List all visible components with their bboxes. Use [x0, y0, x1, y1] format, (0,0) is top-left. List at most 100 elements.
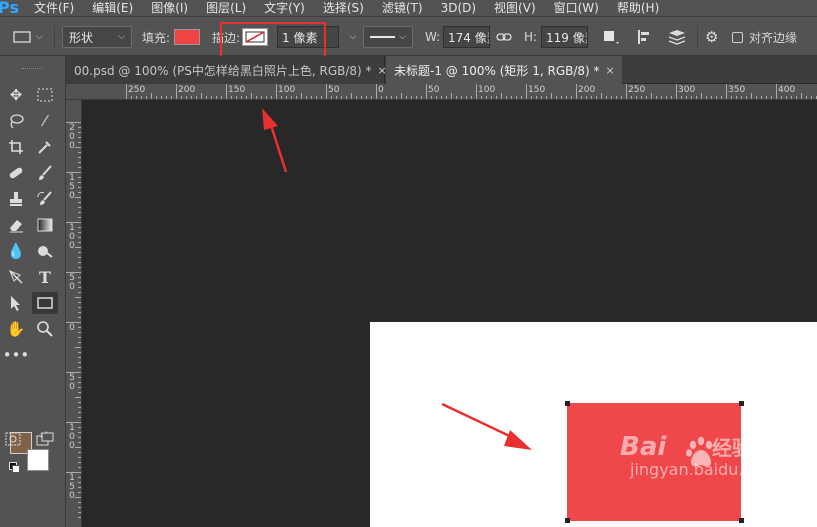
menu-window[interactable]: 窗口(W): [545, 2, 608, 14]
annotation-arrow-right: [441, 402, 532, 450]
width-input[interactable]: 174 像素: [443, 26, 490, 48]
options-bar: ⌵ 形状 ⌵ 填充: 描边: 1 像素 ⌵ ⌵ W: 174 像素: [0, 16, 817, 56]
move-tool[interactable]: ✥: [3, 84, 29, 106]
transform-handle[interactable]: [739, 518, 744, 523]
settings-button[interactable]: ⚙: [705, 26, 718, 48]
ruler-major-tick: [776, 84, 777, 99]
panel-grip[interactable]: [22, 68, 42, 72]
ruler-label: 200: [178, 85, 196, 95]
ruler-minor-tick: [78, 217, 81, 218]
menu-image[interactable]: 图像(I): [142, 2, 197, 14]
menu-layer[interactable]: 图层(L): [197, 2, 255, 14]
ruler-minor-tick: [806, 96, 807, 99]
path-selection-tool[interactable]: [3, 292, 29, 314]
close-icon[interactable]: ×: [606, 64, 615, 77]
ruler-minor-tick: [78, 127, 81, 128]
brush-tool[interactable]: [32, 162, 58, 184]
transform-handle[interactable]: [565, 518, 570, 523]
ruler-minor-tick: [141, 96, 142, 99]
ruler-minor-tick: [78, 162, 81, 163]
tool-preset-picker[interactable]: ⌵: [12, 26, 43, 48]
stroke-type-select[interactable]: ⌵: [363, 26, 413, 48]
ruler-minor-tick: [78, 377, 81, 378]
transform-handle[interactable]: [565, 401, 570, 406]
type-tool[interactable]: T: [32, 266, 58, 288]
height-input[interactable]: 119 像素: [541, 26, 588, 48]
ruler-minor-tick: [796, 96, 797, 99]
hand-tool[interactable]: ✋: [3, 318, 29, 340]
clone-stamp-tool[interactable]: [3, 188, 29, 210]
path-alignment-button[interactable]: [636, 26, 654, 48]
zoom-tool[interactable]: [32, 318, 58, 340]
healing-brush-tool[interactable]: [3, 162, 29, 184]
ruler-minor-tick: [506, 96, 507, 99]
ruler-minor-tick: [456, 96, 457, 99]
link-icon[interactable]: [496, 26, 512, 48]
blur-tool[interactable]: 💧: [3, 240, 29, 262]
ruler-minor-tick: [396, 96, 397, 99]
ruler-minor-tick: [156, 96, 157, 99]
more-dots-icon: •••: [2, 346, 30, 364]
horizontal-ruler[interactable]: 250 200 150 100 50 0 50 100 150 200 250 300 350 400: [66, 84, 817, 100]
ruler-minor-tick: [78, 417, 81, 418]
align-edges-checkbox[interactable]: [732, 31, 743, 43]
screen-mode-button[interactable]: [32, 428, 58, 450]
menu-edit[interactable]: 编辑(E): [83, 2, 142, 14]
ruler-minor-tick: [78, 457, 81, 458]
path-operations-button[interactable]: [602, 26, 620, 48]
ruler-minor-tick: [78, 352, 81, 353]
gradient-tool[interactable]: [32, 214, 58, 236]
ruler-minor-tick: [78, 287, 81, 288]
background-color-swatch[interactable]: [27, 449, 49, 471]
ruler-minor-tick: [781, 96, 782, 99]
ruler-minor-tick: [611, 96, 612, 99]
menu-file[interactable]: 文件(F): [25, 2, 83, 14]
fill-color-swatch[interactable]: [174, 29, 201, 45]
path-arrangement-button[interactable]: [666, 26, 688, 48]
menu-select[interactable]: 选择(S): [314, 2, 373, 14]
ruler-minor-tick: [78, 157, 81, 158]
document-tab-bar: 00.psd @ 100% (PS中怎样给黑白照片上色, RGB/8) * × …: [66, 56, 817, 84]
eraser-tool[interactable]: [3, 214, 29, 236]
align-edges-checkbox-group[interactable]: 对齐边缘: [732, 26, 797, 48]
ruler-label: 250: [628, 85, 646, 95]
history-brush-tool[interactable]: [32, 188, 58, 210]
ruler-minor-tick: [646, 96, 647, 99]
dodge-tool[interactable]: [32, 240, 58, 262]
ruler-minor-tick: [78, 202, 81, 203]
eyedropper-tool[interactable]: [32, 136, 58, 158]
rectangle-tool[interactable]: [32, 292, 58, 314]
default-colors-icon[interactable]: [9, 462, 20, 473]
ruler-minor-tick: [78, 382, 81, 383]
ruler-minor-tick: [78, 332, 81, 333]
vertical-ruler[interactable]: 200 150 100 50 0 50 100 150: [66, 100, 82, 527]
ruler-minor-tick: [756, 96, 757, 99]
ruler-minor-tick: [286, 96, 287, 99]
crop-tool[interactable]: [3, 136, 29, 158]
magic-wand-tool[interactable]: ⁄: [32, 110, 58, 132]
quick-mask-button[interactable]: [0, 428, 26, 450]
menu-help[interactable]: 帮助(H): [608, 2, 668, 14]
ruler-major-tick: [66, 422, 81, 423]
pen-tool[interactable]: [3, 266, 29, 288]
water-drop-icon: 💧: [6, 242, 26, 260]
menu-view[interactable]: 视图(V): [485, 2, 545, 14]
tab-document-00[interactable]: 00.psd @ 100% (PS中怎样给黑白照片上色, RGB/8) * ×: [66, 56, 387, 84]
menu-3d[interactable]: 3D(D): [432, 2, 485, 14]
lasso-tool[interactable]: [3, 110, 29, 132]
ruler-minor-tick: [78, 252, 81, 253]
stroke-width-dropdown[interactable]: ⌵: [343, 26, 359, 48]
tab-document-untitled-1[interactable]: 未标题-1 @ 100% (矩形 1, RGB/8) * ×: [386, 56, 622, 84]
ruler-major-tick: [526, 84, 527, 99]
tool-mode-select[interactable]: 形状 ⌵: [62, 26, 132, 48]
menu-type[interactable]: 文字(Y): [255, 2, 314, 14]
ruler-minor-tick: [701, 93, 702, 99]
transform-handle[interactable]: [739, 401, 744, 406]
ruler-minor-tick: [78, 242, 81, 243]
marquee-tool[interactable]: [32, 84, 58, 106]
edit-toolbar-button[interactable]: •••: [2, 344, 30, 366]
path-arrangement-icon: [668, 30, 686, 45]
ruler-label: 0: [378, 85, 384, 95]
menu-filter[interactable]: 滤镜(T): [373, 2, 432, 14]
ruler-label: 50: [428, 85, 440, 95]
